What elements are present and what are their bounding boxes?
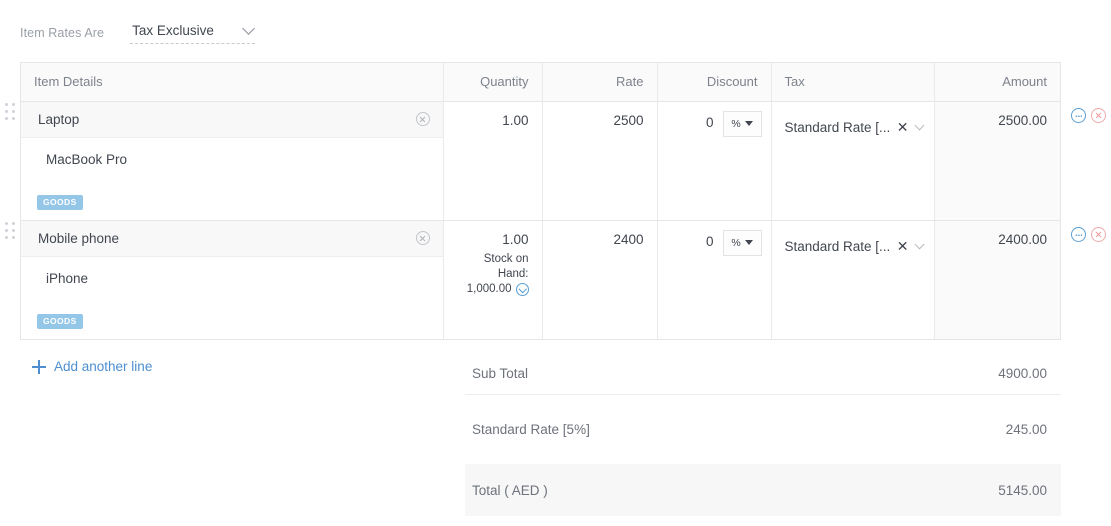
dot <box>5 222 8 225</box>
row-actions <box>1071 108 1106 123</box>
chevron-down-icon[interactable] <box>914 121 924 131</box>
add-another-line-label: Add another line <box>54 359 152 374</box>
amount-value: 2500.00 <box>935 102 1061 128</box>
item-rates-label: Item Rates Are <box>20 26 104 40</box>
discount-value[interactable]: 0 <box>706 230 714 249</box>
dot <box>5 103 8 106</box>
item-details-cell: Mobile phone iPhone GOODS <box>21 220 443 339</box>
row-drag-handle[interactable] <box>5 222 18 240</box>
discount-value[interactable]: 0 <box>706 111 714 130</box>
clear-tax-icon[interactable]: ✕ <box>897 120 909 134</box>
sub-total-value: 4900.00 <box>998 366 1047 381</box>
dot <box>5 236 8 239</box>
quantity-value[interactable]: 1.00 <box>444 102 542 128</box>
dot <box>12 222 15 225</box>
item-description[interactable]: iPhone <box>21 257 443 286</box>
discount-cell: 0 % <box>657 101 771 220</box>
tax-cell: Standard Rate [... ✕ <box>771 220 934 339</box>
row-more-options-icon[interactable] <box>1071 108 1086 123</box>
quantity-cell: 1.00 Stock on Hand: 1,000.00 <box>443 220 542 339</box>
sub-total-label: Sub Total <box>472 366 528 381</box>
item-rates-bar: Item Rates Are Tax Exclusive <box>20 20 255 46</box>
table-row: Laptop MacBook Pro GOODS 1.00 2500 <box>21 101 1060 220</box>
column-header-item-details: Item Details <box>21 63 443 101</box>
rate-value[interactable]: 2500 <box>543 102 657 128</box>
item-table-page: Item Rates Are Tax Exclusive Item Detail… <box>0 0 1111 526</box>
add-another-line-button[interactable]: Add another line <box>32 359 152 374</box>
dot <box>5 229 8 232</box>
grand-total-row: Total ( AED ) 5145.00 <box>465 464 1061 516</box>
row-delete-icon[interactable] <box>1091 108 1106 123</box>
tax-total-value: 245.00 <box>1006 422 1047 437</box>
column-header-rate: Rate <box>542 63 657 101</box>
amount-value: 2400.00 <box>935 221 1061 247</box>
stock-details-chevron-icon[interactable] <box>516 283 529 296</box>
chevron-down-icon[interactable] <box>914 240 924 250</box>
dot <box>5 117 8 120</box>
dot <box>12 110 15 113</box>
discount-unit-label: % <box>731 237 740 249</box>
stock-on-hand-note: Stock on Hand: 1,000.00 <box>444 247 542 297</box>
chevron-down-icon <box>242 22 255 35</box>
row-actions <box>1071 227 1106 242</box>
rate-value[interactable]: 2400 <box>543 221 657 247</box>
item-name-field[interactable]: Laptop <box>21 102 443 138</box>
column-header-tax: Tax <box>771 63 934 101</box>
quantity-cell: 1.00 <box>443 101 542 220</box>
item-rates-selected-value: Tax Exclusive <box>132 23 214 38</box>
dot <box>5 110 8 113</box>
clear-tax-icon[interactable]: ✕ <box>897 239 909 253</box>
caret-down-icon <box>745 121 753 126</box>
rate-cell: 2400 <box>542 220 657 339</box>
column-header-amount: Amount <box>934 63 1060 101</box>
clear-item-icon[interactable] <box>416 231 430 245</box>
item-description[interactable]: MacBook Pro <box>21 138 443 167</box>
tax-value[interactable]: Standard Rate [... <box>785 120 897 135</box>
column-header-discount: Discount <box>657 63 771 101</box>
discount-cell: 0 % <box>657 220 771 339</box>
item-type-badge: GOODS <box>37 314 83 329</box>
item-type-badge: GOODS <box>37 195 83 210</box>
stock-on-hand-value: 1,000.00 <box>467 282 512 297</box>
item-details-cell: Laptop MacBook Pro GOODS <box>21 101 443 220</box>
discount-unit-select[interactable]: % <box>723 111 762 137</box>
column-header-quantity: Quantity <box>443 63 542 101</box>
amount-cell: 2400.00 <box>934 220 1060 339</box>
dot <box>12 103 15 106</box>
item-rates-select[interactable]: Tax Exclusive <box>130 23 255 44</box>
row-drag-handle[interactable] <box>5 103 18 121</box>
caret-down-icon <box>745 240 753 245</box>
item-name-text: Mobile phone <box>38 231 416 246</box>
dot <box>12 236 15 239</box>
clear-item-icon[interactable] <box>416 112 430 126</box>
plus-icon <box>32 360 46 374</box>
dot <box>12 229 15 232</box>
totals-panel: Sub Total 4900.00 Standard Rate [5%] 245… <box>465 352 1061 516</box>
discount-unit-select[interactable]: % <box>723 230 762 256</box>
row-delete-icon[interactable] <box>1091 227 1106 242</box>
item-name-field[interactable]: Mobile phone <box>21 221 443 257</box>
discount-unit-label: % <box>731 118 740 130</box>
grand-total-label: Total ( AED ) <box>472 483 548 498</box>
tax-total-row: Standard Rate [5%] 245.00 <box>465 408 1061 451</box>
sub-total-row: Sub Total 4900.00 <box>465 352 1061 395</box>
line-items-table: Item Details Quantity Rate Discount Tax … <box>20 62 1061 340</box>
grand-total-value: 5145.00 <box>998 483 1047 498</box>
row-more-options-icon[interactable] <box>1071 227 1086 242</box>
table-row: Mobile phone iPhone GOODS 1.00 Stock on … <box>21 220 1060 339</box>
item-name-text: Laptop <box>38 112 416 127</box>
amount-cell: 2500.00 <box>934 101 1060 220</box>
stock-on-hand-label: Stock on Hand: <box>454 252 529 282</box>
rate-cell: 2500 <box>542 101 657 220</box>
tax-total-label: Standard Rate [5%] <box>472 422 590 437</box>
dot <box>12 117 15 120</box>
table-header-row: Item Details Quantity Rate Discount Tax … <box>21 63 1060 101</box>
tax-cell: Standard Rate [... ✕ <box>771 101 934 220</box>
quantity-value[interactable]: 1.00 <box>444 221 542 247</box>
tax-value[interactable]: Standard Rate [... <box>785 239 897 254</box>
